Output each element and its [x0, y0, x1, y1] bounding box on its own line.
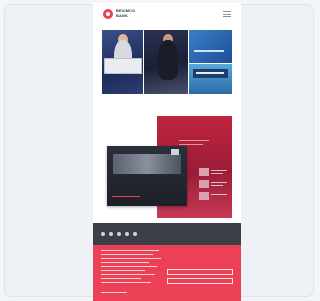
news-text-line	[211, 170, 227, 171]
footer-text-line	[101, 274, 155, 275]
mobile-page-preview[interactable]: BEXIMCO BANK	[93, 3, 241, 301]
linkedin-icon[interactable]	[117, 232, 121, 236]
event-sign	[193, 69, 228, 78]
news-text-line	[211, 182, 227, 183]
news-thumbnail[interactable]	[199, 180, 209, 188]
banner-stripe	[194, 50, 224, 52]
bank-logo-icon[interactable]	[103, 9, 113, 19]
footer-text-line	[101, 250, 159, 251]
video-player-card[interactable]	[107, 146, 187, 206]
newsletter-submit-button[interactable]	[167, 278, 233, 284]
footer-text-line	[101, 262, 149, 263]
news-thumbnail[interactable]	[199, 168, 209, 176]
footer-text-line	[101, 278, 141, 279]
news-text-line	[211, 185, 223, 186]
event-signage-photo[interactable]	[189, 64, 232, 94]
footer-text-line	[101, 270, 145, 271]
instagram-icon[interactable]	[133, 232, 137, 236]
footer-text-line	[101, 292, 127, 293]
site-header: BEXIMCO BANK	[93, 3, 241, 25]
contact-footer	[93, 245, 241, 301]
news-text-line	[211, 173, 223, 174]
news-banner-photo[interactable]	[189, 30, 232, 63]
news-text-line	[211, 194, 227, 195]
feature-text-line	[179, 144, 203, 145]
footer-text-line	[101, 282, 151, 283]
feature-text-line	[179, 140, 209, 141]
speaker-photo[interactable]	[144, 30, 188, 94]
video-control-icon[interactable]	[171, 149, 179, 155]
cheque-board	[104, 58, 142, 74]
speaker-figure	[158, 40, 178, 80]
footer-text-line	[101, 254, 153, 255]
video-frame	[113, 154, 181, 174]
footer-text-line	[101, 258, 161, 259]
youtube-icon[interactable]	[125, 232, 129, 236]
social-footer-band	[93, 223, 241, 245]
cheque-handover-photo[interactable]	[102, 30, 143, 94]
feature-section	[102, 110, 232, 218]
news-thumbnail[interactable]	[199, 192, 209, 200]
video-accent-line	[112, 196, 140, 197]
hamburger-menu-icon[interactable]	[223, 11, 231, 17]
hero-photo-grid	[102, 30, 232, 94]
footer-text-line	[101, 266, 157, 267]
facebook-icon[interactable]	[101, 232, 105, 236]
newsletter-input[interactable]	[167, 269, 233, 275]
bank-logo-text[interactable]: BEXIMCO BANK	[116, 8, 146, 18]
twitter-icon[interactable]	[109, 232, 113, 236]
